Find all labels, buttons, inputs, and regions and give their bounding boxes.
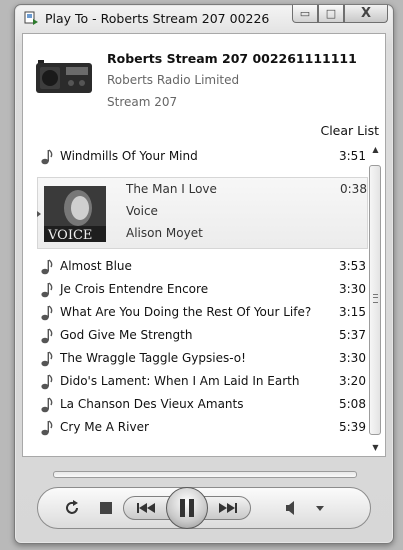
music-note-icon	[41, 305, 53, 321]
music-note-icon	[41, 259, 53, 275]
seek-bar[interactable]	[53, 471, 357, 478]
close-button[interactable]: X	[344, 5, 388, 23]
now-playing-indicator-icon	[37, 211, 41, 217]
playlist-item[interactable]: Cry Me A River 5:39	[37, 416, 368, 439]
track-title: Windmills Of Your Mind	[60, 149, 198, 163]
music-note-icon	[41, 328, 53, 344]
minimize-button[interactable]: ▭	[292, 5, 318, 23]
track-title: Almost Blue	[60, 259, 132, 273]
track-duration: 5:39	[339, 420, 366, 434]
track-duration: 3:53	[339, 259, 366, 273]
now-playing-artist: Alison Moyet	[126, 226, 203, 240]
client-area: Roberts Stream 207 002261111111 Roberts …	[22, 33, 386, 457]
close-icon: X	[360, 6, 372, 21]
window-title: Play To - Roberts Stream 207 002261...	[45, 11, 269, 26]
caption-buttons: ▭ □ X	[292, 5, 388, 25]
track-duration: 5:37	[339, 328, 366, 342]
track-duration: 3:30	[339, 351, 366, 365]
playlist: Windmills Of Your Mind 3:51 VOICE The Ma…	[37, 145, 368, 455]
chevron-down-icon	[316, 505, 324, 511]
playlist-item[interactable]: Almost Blue 3:53	[37, 255, 368, 278]
track-title: Cry Me A River	[60, 420, 149, 434]
play-to-icon	[24, 11, 38, 25]
scrollbar-grip-icon	[373, 294, 378, 303]
music-note-icon	[41, 420, 53, 436]
playlist-item[interactable]: What Are You Doing the Rest Of Your Life…	[37, 301, 368, 324]
track-title: The Wraggle Taggle Gypsies-o!	[60, 351, 246, 365]
scrollbar-thumb[interactable]	[369, 165, 381, 435]
track-duration: 5:08	[339, 397, 366, 411]
album-art-image: VOICE	[44, 186, 106, 242]
track-title: La Chanson Des Vieux Amants	[60, 397, 244, 411]
pause-button[interactable]	[166, 487, 208, 529]
playlist-item[interactable]: Windmills Of Your Mind 3:51	[37, 145, 368, 168]
maximize-icon: □	[325, 7, 337, 20]
maximize-button[interactable]: □	[318, 5, 344, 23]
playlist-item[interactable]: God Give Me Strength 5:37	[37, 324, 368, 347]
device-manufacturer: Roberts Radio Limited	[107, 73, 240, 87]
playlist-scrollbar[interactable]: ▲ ▼	[368, 145, 383, 455]
track-duration: 3:51	[339, 149, 366, 163]
repeat-icon	[66, 500, 78, 514]
now-playing-album: Voice	[126, 204, 158, 218]
playlist-item[interactable]: La Chanson Des Vieux Amants 5:08	[37, 393, 368, 416]
device-name: Roberts Stream 207 002261111111	[107, 51, 357, 66]
track-duration: 3:20	[339, 374, 366, 388]
playlist-item[interactable]: Dido's Lament: When I Am Laid In Earth 3…	[37, 370, 368, 393]
music-note-icon	[41, 351, 53, 367]
previous-icon	[137, 503, 155, 513]
volume-button[interactable]	[284, 500, 298, 516]
stop-button[interactable]	[100, 502, 112, 514]
volume-icon	[286, 501, 294, 515]
track-title: Dido's Lament: When I Am Laid In Earth	[60, 374, 300, 388]
transport-controls	[37, 487, 371, 529]
scroll-down-icon[interactable]: ▼	[370, 443, 381, 455]
repeat-button[interactable]	[62, 498, 82, 518]
now-playing-item[interactable]: VOICE The Man I Love Voice Alison Moyet …	[37, 177, 368, 249]
track-title: What Are You Doing the Rest Of Your Life…	[60, 305, 312, 319]
radio-device-icon	[36, 60, 92, 93]
scroll-up-icon[interactable]: ▲	[370, 145, 381, 157]
minimize-icon: ▭	[299, 7, 311, 20]
playlist-item[interactable]: The Wraggle Taggle Gypsies-o! 3:30	[37, 347, 368, 370]
playlist-item[interactable]: Je Crois Entendre Encore 3:30	[37, 278, 368, 301]
device-model: Stream 207	[107, 95, 178, 109]
music-note-icon	[41, 397, 53, 413]
title-bar[interactable]: Play To - Roberts Stream 207 002261... ▭…	[15, 5, 393, 33]
clear-list-link[interactable]: Clear List	[320, 123, 379, 138]
now-playing-duration: 0:38	[340, 182, 367, 196]
play-to-window: Play To - Roberts Stream 207 002261... ▭…	[14, 4, 394, 544]
volume-dropdown-button[interactable]	[314, 502, 326, 514]
now-playing-title: The Man I Love	[126, 182, 217, 196]
album-art: VOICE	[44, 186, 106, 242]
music-note-icon	[41, 374, 53, 390]
track-duration: 3:15	[339, 305, 366, 319]
album-art-text: VOICE	[47, 228, 92, 242]
track-duration: 3:30	[339, 282, 366, 296]
music-note-icon	[41, 282, 53, 298]
music-note-icon	[41, 149, 53, 165]
next-icon	[219, 503, 237, 513]
track-title: God Give Me Strength	[60, 328, 193, 342]
track-title: Je Crois Entendre Encore	[60, 282, 209, 296]
next-button[interactable]	[201, 496, 251, 520]
